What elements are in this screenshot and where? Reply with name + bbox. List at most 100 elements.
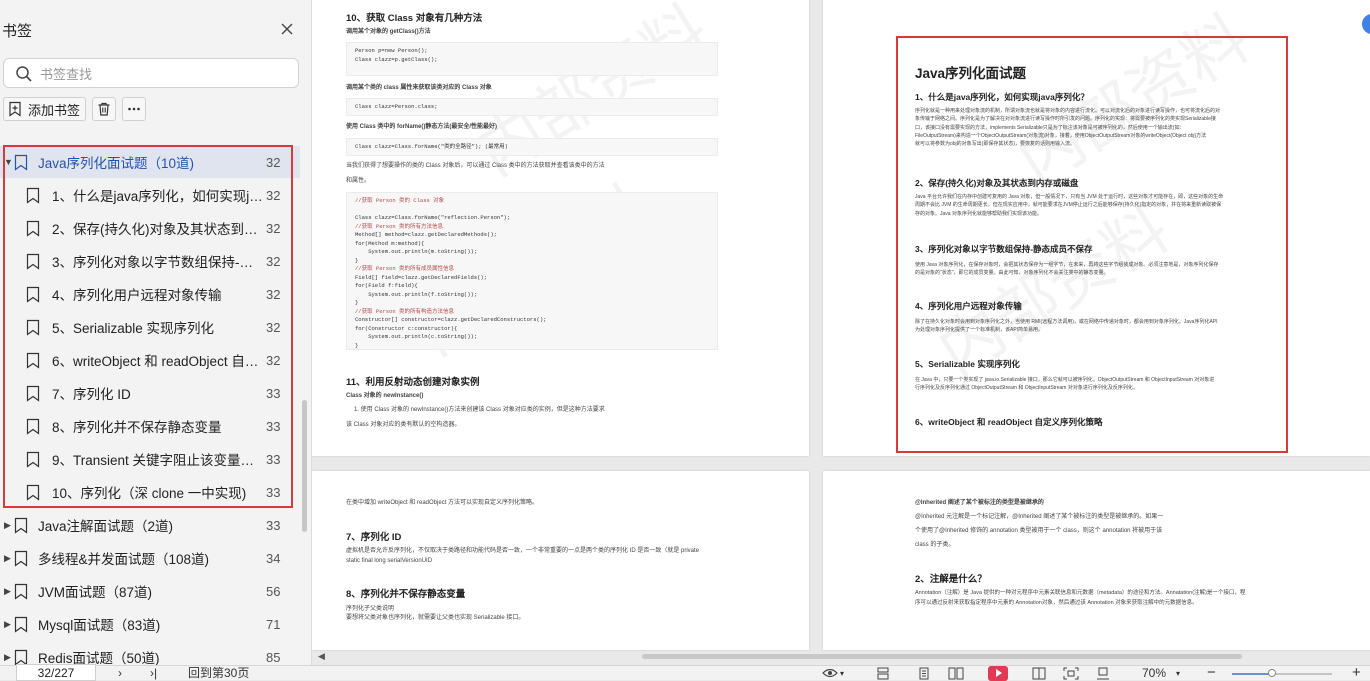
bookmark-child-item[interactable]: 2、保存(持久化)对象及其状态到内存或磁盘32 [0, 212, 300, 244]
bookmark-item[interactable]: ▶ JVM面试题（87道) 56 [0, 575, 300, 607]
question-heading: 4、序列化用户远程对象传输 [915, 301, 1022, 311]
close-icon[interactable] [279, 21, 295, 37]
bookmark-icon [26, 253, 40, 270]
bookmark-search-input[interactable] [40, 64, 290, 84]
code-line: for(Method m:method){ [355, 239, 425, 247]
add-bookmark-icon [9, 101, 21, 117]
paragraph: 在 Java 中，只要一个类实现了 java.io.Serializable 接… [915, 376, 1285, 393]
bookmark-icon [26, 352, 40, 369]
bookmark-label: 6、writeObject 和 readObject 自定义序列化策略 [52, 354, 266, 369]
bookmark-child-item[interactable]: 10、序列化（深 clone 一中实现) 33 [0, 476, 300, 508]
sidebar-scrollbar[interactable] [302, 400, 307, 532]
continuous-view-icon[interactable] [876, 667, 890, 680]
bookmark-label: Redis面试题（50道) [38, 651, 160, 665]
bookmark-page-number: 71 [266, 616, 281, 632]
zoom-dropdown-icon[interactable]: ▾ [1176, 666, 1180, 681]
bookmark-icon [26, 187, 40, 204]
paragraph: 该 Class 对象对应的类有默认的空构造器。 [346, 422, 461, 428]
code-line: //获取 Person 类的所有构造方法信息 [355, 307, 455, 315]
add-bookmark-button[interactable]: 添加书签 [3, 97, 87, 121]
heading-2: 2、注解是什么？ [915, 574, 987, 585]
bookmark-label: JVM面试题（87道) [38, 585, 153, 600]
bookmark-child-item[interactable]: 5、Serializable 实现序列化 32 [0, 311, 300, 343]
bookmark-page-number: 32 [266, 253, 281, 269]
zoom-slider[interactable] [1232, 673, 1332, 675]
bookmark-page-number: 32 [266, 319, 281, 335]
zoom-out-icon[interactable]: − [1207, 665, 1216, 680]
bookmark-child-item[interactable]: 7、序列化 ID 33 [0, 377, 300, 409]
bookmark-label: Java注解面试题（2道) [38, 519, 174, 534]
paragraph-line: 行序列化及反序列化通过 ObjectOutputStream 和 ObjectI… [915, 385, 1138, 392]
paragraph-line: 使用 Java 对象序列化，在保存对象时，会把其状态保存为一组字节，在未来，再将… [915, 262, 1219, 268]
code-block: //获取 Person 类的 Class 对象 Class clazz=Clas… [346, 192, 718, 350]
paragraph: 和属性。 [346, 178, 371, 184]
page-number-input[interactable]: 32/227 [16, 664, 96, 681]
play-icon[interactable] [988, 666, 1008, 681]
bookmark-icon [14, 154, 28, 171]
paragraph: 虚拟机是否允许反序列化，不仅取决于类路径和功能代码是否一致，一个非常重要的一点是… [346, 548, 700, 554]
question-heading: 5、Serializable 实现序列化 [915, 359, 1020, 369]
bookmark-label: 10、序列化（深 clone 一中实现) [52, 486, 247, 501]
fit-page-icon[interactable] [1063, 667, 1079, 680]
bookmark-item[interactable]: ▶ 多线程&并发面试题（108道) 34 [0, 542, 300, 574]
paragraph-line: 象传输于网络之间。序列化是为了解决在对对象流进行读写操作时所引发的问题。序列化的… [915, 116, 1216, 123]
delete-bookmark-button[interactable] [92, 97, 117, 121]
bookmark-page-number: 85 [266, 649, 281, 665]
eye-icon[interactable] [822, 667, 838, 679]
back-to-page-link[interactable]: 回到第30页 [188, 666, 249, 681]
bookmark-icon [14, 649, 28, 665]
subheading: 调用某个类的 class 属性来获取该类对应的 Class 对象 [346, 85, 492, 91]
book-view-icon[interactable] [1031, 667, 1047, 680]
chevron-down-icon[interactable]: ▾ [840, 666, 844, 681]
single-page-icon[interactable] [917, 667, 931, 680]
page-32-left: 内部资料 内部资料 10、获取 Class 对象有几种方法 调用某个对象的 ge… [312, 0, 809, 456]
paragraph-line: 除了在持久化对象时会用到对象序列化之外，当使用 RMI(远程方法调用)，或在网络… [915, 319, 1218, 325]
zoom-in-icon[interactable]: + [1352, 665, 1361, 680]
scroll-thumb[interactable] [642, 654, 1242, 659]
more-options-button[interactable] [122, 97, 147, 121]
bookmark-label: 7、序列化 ID [52, 387, 131, 402]
bookmark-item[interactable]: ▶ Java注解面试题（2道) 33 [0, 509, 300, 541]
paragraph: 使用 Java 对象序列化，在保存对象时，会把其状态保存为一组字节，在未来，再将… [915, 261, 1285, 278]
bookmark-page-number: 34 [266, 550, 281, 566]
bookmark-page-number: 32 [266, 286, 281, 302]
horizontal-scrollbar[interactable]: ◀ [312, 650, 1360, 662]
paragraph-line: FileOutputStream)来构造一个ObjectOutputStream… [915, 132, 1207, 139]
question-heading: 3、序列化对象以字节数组保持-静态成员不保存 [915, 244, 1093, 254]
bookmark-item[interactable]: ▶ Redis面试题（50道) 85 [0, 641, 300, 665]
bookmark-child-item[interactable]: 4、序列化用户远程对象传输 32 [0, 278, 300, 310]
bookmark-label: Mysql面试题（83道) [38, 618, 161, 633]
bookmark-child-item[interactable]: 6、writeObject 和 readObject 自定义序列化策略32 [0, 344, 300, 376]
heading-7: 7、序列化 ID [346, 532, 402, 543]
paragraph-line: Java 平台允许我们在内存中创建可复用的 Java 对象，但一般情况下，只有当… [915, 194, 1224, 200]
bookmark-child-item[interactable]: 3、序列化对象以字节数组保持-静态成员不保存32 [0, 245, 300, 277]
stamp-icon[interactable] [1096, 667, 1110, 680]
caret-right-icon[interactable]: ▶ [4, 586, 12, 597]
caret-right-icon[interactable]: ▶ [4, 553, 12, 564]
bookmark-item[interactable]: ▼ Java序列化面试题（10道) 32 [0, 146, 300, 178]
bookmark-child-item[interactable]: 9、Transient 关键字阻止该变量被序列化到文件中33 [0, 443, 300, 475]
bookmark-tree: ▼Java序列化面试题（10道)321、什么是java序列化，如何实现java序… [0, 133, 300, 665]
bookmark-icon [14, 550, 28, 567]
code-line: } [355, 256, 359, 264]
caret-down-icon[interactable]: ▼ [4, 157, 13, 167]
bookmark-child-item[interactable]: 1、什么是java序列化，如何实现java序列化？32 [0, 179, 300, 211]
zoom-level[interactable]: 70% [1142, 666, 1166, 681]
caret-right-icon[interactable]: ▶ [4, 619, 12, 630]
last-page-icon[interactable]: ›| [150, 666, 157, 681]
scroll-left-icon[interactable]: ◀ [318, 651, 325, 662]
bookmark-page-number: 33 [266, 418, 281, 434]
code-line: for(Constructor c:constructor){ [355, 324, 458, 332]
paragraph-line: 为处理对象序列化提供了一个标准机制，该API简单易用。 [915, 327, 1044, 334]
next-page-icon[interactable]: › [118, 666, 122, 681]
more-icon [128, 107, 140, 111]
bookmark-search-box[interactable] [3, 58, 299, 88]
bookmark-label: 5、Serializable 实现序列化 [52, 321, 215, 336]
zoom-slider-knob[interactable] [1268, 669, 1276, 677]
two-page-icon[interactable] [948, 667, 964, 680]
caret-right-icon[interactable]: ▶ [4, 520, 12, 531]
bookmark-child-item[interactable]: 8、序列化并不保存静态变量 33 [0, 410, 300, 442]
code-line: System.out.println(m.toString()); [355, 248, 478, 256]
bookmark-item[interactable]: ▶ Mysql面试题（83道) 71 [0, 608, 300, 640]
caret-right-icon[interactable]: ▶ [4, 652, 12, 663]
